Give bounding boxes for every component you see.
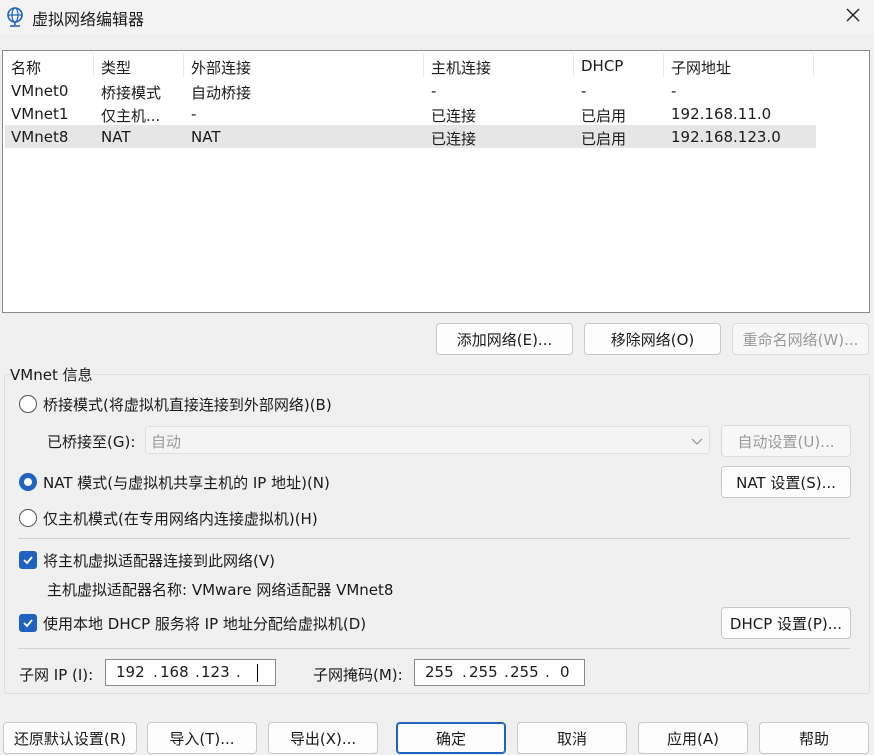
cell-subnet: 192.168.11.0	[671, 105, 772, 123]
ip-octet-1[interactable]: 192	[116, 663, 145, 681]
adapter-name-text: 主机虚拟适配器名称: VMware 网络适配器 VMnet8	[47, 581, 394, 599]
cell-name: VMnet8	[11, 128, 69, 146]
ok-button[interactable]: 确定	[396, 722, 506, 754]
remove-network-button[interactable]: 移除网络(O)	[584, 323, 721, 355]
nat-settings-button[interactable]: NAT 设置(S)...	[721, 466, 851, 498]
auto-settings-button[interactable]: 自动设置(U)...	[721, 425, 851, 457]
rename-network-button[interactable]: 重命名网络(W)...	[732, 323, 869, 355]
cell-host: -	[431, 82, 437, 100]
cell-host: 已连接	[431, 107, 477, 125]
connect-adapter-checkbox[interactable]	[19, 551, 37, 569]
cell-external: -	[191, 105, 197, 123]
mask-octet-2[interactable]: 255	[469, 663, 498, 681]
cell-type: NAT	[101, 128, 131, 146]
cell-dhcp: -	[581, 82, 587, 100]
cell-subnet: 192.168.123.0	[671, 128, 781, 146]
nat-mode-radio[interactable]	[19, 473, 37, 491]
checkmark-icon	[23, 556, 33, 565]
table-row[interactable]: VMnet0 桥接模式 自动桥接 - - -	[5, 79, 816, 102]
ip-octet-2[interactable]: 168	[160, 663, 189, 681]
column-divider[interactable]	[423, 53, 424, 77]
host-only-mode-label[interactable]: 仅主机模式(在专用网络内连接虚拟机)(H)	[43, 508, 318, 529]
dhcp-label[interactable]: 使用本地 DHCP 服务将 IP 地址分配给虚拟机(D)	[43, 613, 366, 634]
cell-external: NAT	[191, 128, 221, 146]
apply-button[interactable]: 应用(A)	[638, 722, 748, 754]
cell-dhcp: 已启用	[581, 130, 627, 148]
dhcp-settings-button[interactable]: DHCP 设置(P)...	[721, 607, 851, 639]
column-divider[interactable]	[93, 53, 94, 77]
connect-adapter-label[interactable]: 将主机虚拟适配器连接到此网络(V)	[43, 550, 275, 571]
ip-octet-3[interactable]: 123	[201, 663, 230, 681]
cell-name: VMnet1	[11, 105, 69, 123]
add-network-button[interactable]: 添加网络(E)...	[436, 323, 573, 355]
text-caret	[257, 664, 258, 682]
table-row[interactable]: VMnet1 仅主机... - 已连接 已启用 192.168.11.0	[5, 102, 816, 125]
column-header-host[interactable]: 主机连接	[431, 57, 491, 78]
ip-dot: .	[462, 663, 467, 681]
subnet-ip-label: 子网 IP (I):	[19, 666, 94, 684]
column-header-name[interactable]: 名称	[11, 57, 41, 78]
mask-octet-1[interactable]: 255	[425, 663, 454, 681]
cell-host: 已连接	[431, 130, 477, 148]
column-header-dhcp[interactable]: DHCP	[581, 57, 623, 75]
ip-dot: .	[153, 663, 158, 681]
cell-type: 桥接模式	[101, 84, 162, 102]
cell-external: 自动桥接	[191, 84, 252, 102]
dhcp-checkbox[interactable]	[19, 614, 37, 632]
network-list[interactable]: 名称 类型 外部连接 主机连接 DHCP 子网地址 VMnet0 桥接模式 自动…	[2, 50, 870, 313]
bridged-mode-label[interactable]: 桥接模式(将虚拟机直接连接到外部网络)(B)	[43, 394, 332, 415]
chevron-down-icon	[691, 433, 703, 451]
subnet-mask-label: 子网掩码(M):	[313, 666, 403, 684]
restore-defaults-button[interactable]: 还原默认设置(R)	[3, 722, 137, 754]
mask-octet-4[interactable]: 0	[560, 663, 570, 681]
list-header: 名称 类型 外部连接 主机连接 DHCP 子网地址	[5, 51, 816, 77]
nat-mode-label[interactable]: NAT 模式(与虚拟机共享主机的 IP 地址)(N)	[43, 472, 330, 493]
cell-name: VMnet0	[11, 82, 69, 100]
window-title: 虚拟网络编辑器	[32, 10, 145, 29]
cancel-button[interactable]: 取消	[517, 722, 627, 754]
network-globe-icon	[4, 6, 26, 28]
export-button[interactable]: 导出(X)...	[268, 722, 378, 754]
help-button[interactable]: 帮助	[759, 722, 869, 754]
divider	[18, 648, 850, 649]
subnet-ip-input[interactable]: 192 . 168 . 123 .	[105, 659, 276, 686]
column-header-subnet[interactable]: 子网地址	[671, 57, 731, 78]
close-button[interactable]	[838, 2, 868, 32]
mask-octet-3[interactable]: 255	[510, 663, 539, 681]
bridged-mode-radio[interactable]	[19, 395, 37, 413]
column-divider[interactable]	[573, 53, 574, 77]
vmnet-info-group	[4, 374, 870, 694]
close-icon	[845, 7, 861, 27]
ip-dot: .	[504, 663, 509, 681]
bridged-to-select[interactable]: 自动	[145, 426, 710, 454]
column-divider[interactable]	[663, 53, 664, 77]
column-header-type[interactable]: 类型	[101, 57, 131, 78]
bridged-to-label: 已桥接至(G):	[47, 433, 136, 451]
cell-type: 仅主机...	[101, 107, 161, 125]
bridged-to-value: 自动	[151, 433, 182, 451]
vmnet-info-title: VMnet 信息	[10, 366, 93, 384]
table-row-selected[interactable]: VMnet8 NAT NAT 已连接 已启用 192.168.123.0	[5, 125, 816, 148]
ip-dot: .	[236, 663, 241, 681]
host-only-mode-radio[interactable]	[19, 509, 37, 527]
title-bar: 虚拟网络编辑器	[0, 0, 874, 34]
column-divider[interactable]	[183, 53, 184, 77]
ip-dot: .	[195, 663, 200, 681]
ip-dot: .	[545, 663, 550, 681]
divider	[18, 538, 850, 539]
checkmark-icon	[23, 619, 33, 628]
column-header-external[interactable]: 外部连接	[191, 57, 251, 78]
subnet-mask-input[interactable]: 255 . 255 . 255 . 0	[414, 659, 585, 686]
column-divider[interactable]	[813, 53, 814, 77]
import-button[interactable]: 导入(T)...	[147, 722, 257, 754]
cell-subnet: -	[671, 82, 677, 100]
cell-dhcp: 已启用	[581, 107, 627, 125]
